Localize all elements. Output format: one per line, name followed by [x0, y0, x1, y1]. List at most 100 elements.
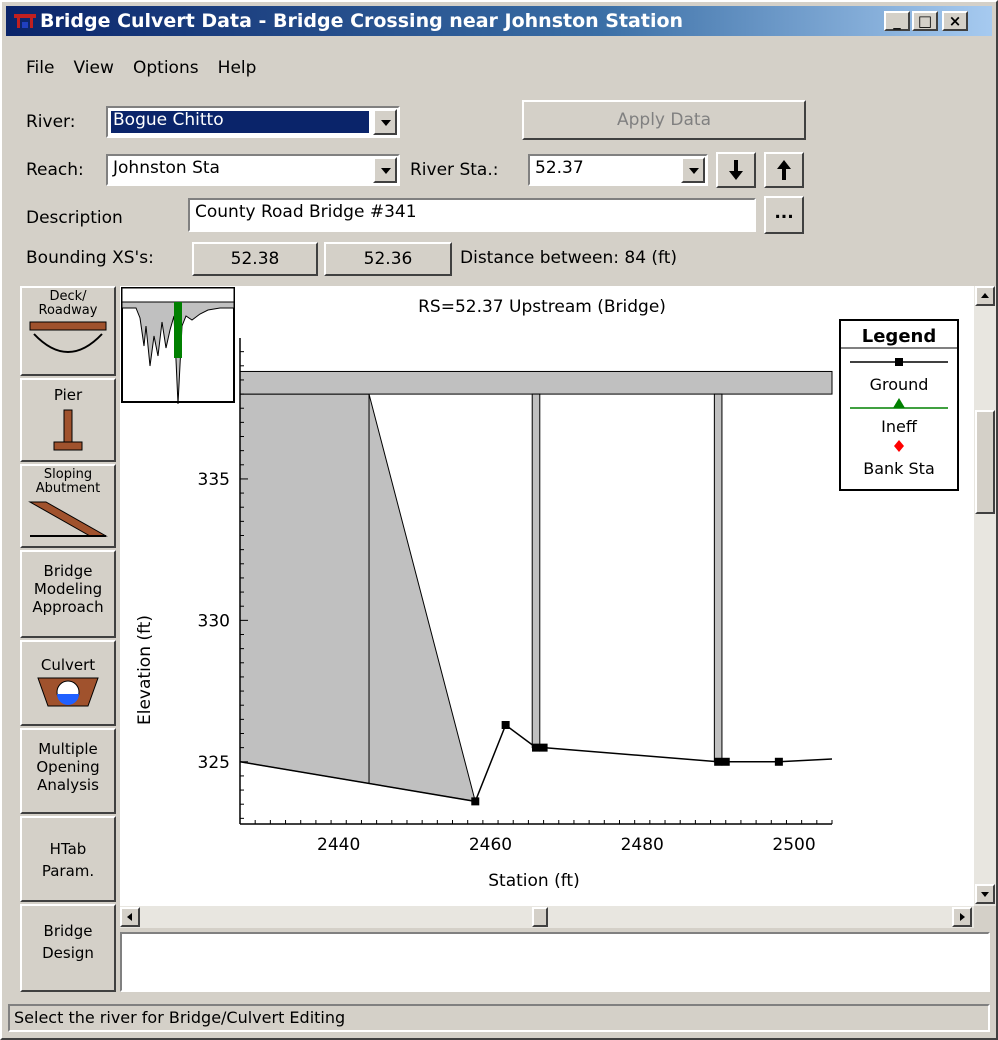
multiple-opening-analysis-button[interactable]: Multiple Opening Analysis — [20, 728, 116, 814]
deck-roadway-button[interactable]: Deck/ Roadway — [20, 286, 116, 376]
culvert-label: Culvert — [40, 656, 96, 674]
horizontal-scrollbar[interactable] — [120, 906, 974, 928]
x-tick-label: 2480 — [621, 835, 664, 855]
y-tick-label: 335 — [198, 470, 230, 490]
ground-point — [532, 743, 540, 752]
x-tick-label: 2440 — [317, 835, 360, 855]
x-axis-label: Station (ft) — [488, 871, 579, 891]
y-tick-label: 330 — [198, 611, 230, 631]
scroll-left-arrow-icon — [127, 913, 132, 921]
bridge-deck — [239, 370, 833, 395]
next-station-down-button[interactable] — [716, 152, 756, 188]
pier-label: Pier — [53, 386, 83, 404]
ground-point — [501, 721, 510, 730]
culvert-icon — [37, 677, 99, 707]
bounding-upstream-button[interactable]: 52.38 — [192, 242, 318, 276]
legend-title: Legend — [862, 326, 936, 347]
legend-ground-marker — [895, 358, 903, 366]
reach-dropdown[interactable]: Johnston Sta — [106, 154, 400, 186]
maximize-button[interactable]: □ — [912, 11, 938, 31]
pier-icon — [53, 409, 83, 451]
bridge-culvert-window: Bridge Culvert Data - Bridge Crossing ne… — [0, 0, 998, 1040]
reach-label: Reach: — [26, 160, 84, 180]
chart-legend: Legend Ground Ineff Bank Sta — [839, 319, 959, 491]
legend-ineff-label: Ineff — [881, 417, 918, 436]
river-sta-dropdown[interactable]: 52.37 — [528, 154, 708, 186]
deck-roadway-icon — [29, 321, 107, 353]
description-more-button[interactable]: ... — [764, 196, 804, 234]
legend-ground-label: Ground — [870, 375, 929, 394]
arrow-up-icon — [777, 160, 791, 180]
title-bar[interactable]: Bridge Culvert Data - Bridge Crossing ne… — [6, 6, 992, 36]
htab-param-label: HTab Param. — [41, 840, 95, 880]
multiple-opening-analysis-label: Multiple Opening Analysis — [36, 740, 100, 794]
pier-button[interactable]: Pier — [20, 378, 116, 462]
river-label: River: — [26, 112, 76, 132]
river-value: Bogue Chitto — [113, 110, 224, 130]
pier-1 — [531, 393, 541, 749]
scroll-right-button[interactable] — [952, 907, 972, 927]
culvert-button[interactable]: Culvert — [20, 640, 116, 726]
scroll-down-arrow-icon — [981, 892, 989, 897]
x-tick-label: 2500 — [772, 835, 815, 855]
overview-minimap[interactable] — [121, 287, 235, 405]
y-axis-label: Elevation (ft) — [135, 615, 155, 725]
chart-title: RS=52.37 Upstream (Bridge) — [418, 297, 666, 317]
menu-view[interactable]: View — [74, 58, 114, 78]
bounding-xs-label: Bounding XS's: — [26, 248, 154, 268]
bounding-downstream-button[interactable]: 52.36 — [324, 242, 452, 276]
sloping-abutment-button[interactable]: Sloping Abutment — [20, 464, 116, 548]
river-sta-value: 52.37 — [535, 158, 584, 178]
menu-help[interactable]: Help — [218, 58, 257, 78]
scroll-up-arrow-icon — [981, 293, 989, 298]
minimize-button[interactable]: _ — [884, 11, 910, 31]
ground-point — [774, 757, 783, 766]
close-button[interactable]: × — [942, 11, 968, 31]
y-tick-label: 325 — [198, 753, 230, 773]
message-box — [120, 932, 990, 992]
scroll-right-arrow-icon — [960, 913, 965, 921]
description-value: County Road Bridge #341 — [195, 202, 417, 222]
next-station-up-button[interactable] — [764, 152, 804, 188]
distance-between-text: Distance between: 84 (ft) — [460, 248, 678, 268]
apply-data-button[interactable]: Apply Data — [522, 100, 806, 140]
x-tick-label: 2460 — [469, 835, 512, 855]
river-sta-dropdown-arrow-icon[interactable] — [681, 157, 705, 183]
menu-file[interactable]: File — [26, 58, 54, 78]
scroll-up-button[interactable] — [975, 286, 995, 306]
vertical-scrollbar[interactable] — [974, 286, 996, 906]
pier-2 — [713, 393, 723, 763]
ground-point — [471, 797, 480, 806]
scroll-left-button[interactable] — [120, 907, 140, 927]
status-bar: Select the river for Bridge/Culvert Edit… — [8, 1004, 990, 1032]
description-input[interactable]: County Road Bridge #341 — [188, 198, 756, 232]
bridge-cross-section-chart: 325 330 335 2440 2460 2480 2500 Legend Ground … — [121, 287, 959, 891]
ground-point — [714, 757, 723, 766]
river-dropdown[interactable]: Bogue Chitto — [106, 106, 400, 138]
ground-point — [721, 757, 730, 766]
reach-value: Johnston Sta — [113, 158, 220, 178]
scroll-down-button[interactable] — [975, 884, 995, 904]
sloping-abutment-icon — [28, 501, 108, 537]
menu-options[interactable]: Options — [133, 58, 199, 78]
bridge-modeling-approach-label: Bridge Modeling Approach — [32, 562, 104, 616]
description-label: Description — [26, 208, 123, 228]
chart-layer: 325 330 335 2440 2460 2480 2500 — [198, 338, 833, 855]
cross-section-plot[interactable]: 325 330 335 2440 2460 2480 2500 Legend Ground … — [120, 286, 974, 906]
bridge-app-icon — [14, 14, 36, 28]
vertical-scroll-thumb[interactable] — [975, 410, 995, 514]
bridge-design-label: Bridge Design — [42, 922, 94, 962]
bridge-modeling-approach-button[interactable]: Bridge Modeling Approach — [20, 550, 116, 638]
htab-param-button[interactable]: HTab Param. — [20, 816, 116, 902]
ground-point — [539, 743, 548, 752]
bridge-design-button[interactable]: Bridge Design — [20, 904, 116, 992]
sloping-abutment-label: Sloping Abutment — [35, 467, 101, 496]
river-sta-label: River Sta.: — [410, 160, 499, 180]
horizontal-scroll-thumb[interactable] — [532, 907, 548, 927]
deck-roadway-label: Deck/ Roadway — [38, 289, 98, 318]
window-title: Bridge Culvert Data - Bridge Crossing ne… — [40, 10, 684, 32]
status-text: Select the river for Bridge/Culvert Edit… — [14, 1008, 346, 1027]
river-dropdown-arrow-icon[interactable] — [373, 109, 397, 135]
legend-bank-sta-label: Bank Sta — [863, 459, 935, 478]
reach-dropdown-arrow-icon[interactable] — [373, 157, 397, 183]
